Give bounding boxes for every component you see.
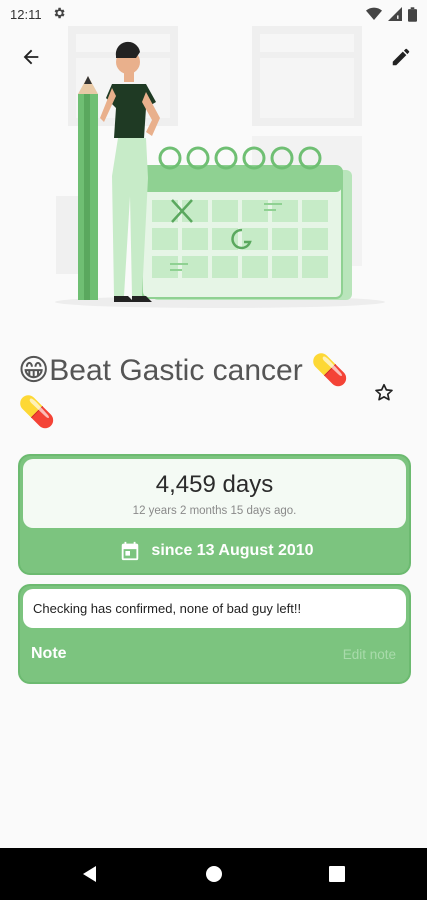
circle-home-icon — [206, 866, 222, 882]
since-date: since 13 August 2010 — [151, 542, 314, 559]
signal-icon — [388, 7, 402, 21]
days-count: 4,459 days — [155, 470, 274, 498]
note-text-box: Checking has confirmed, none of bad guy … — [23, 589, 406, 628]
day-counter-card[interactable]: 4,459 days 12 years 2 months 15 days ago… — [18, 454, 411, 575]
nav-home-button[interactable] — [202, 862, 226, 886]
nav-recents-button[interactable] — [325, 862, 349, 886]
goal-title-container: 😁Beat Gastic cancer 💊💊 — [18, 350, 358, 434]
star-outline-icon — [375, 383, 393, 401]
calendar-icon — [122, 541, 139, 561]
elapsed-duration: 12 years 2 months 15 days ago. — [132, 504, 297, 517]
goal-title: 😁Beat Gastic cancer 💊💊 — [18, 354, 349, 429]
note-label: Note — [31, 645, 67, 662]
nav-back-button[interactable] — [78, 862, 102, 886]
system-navigation-bar — [0, 848, 427, 900]
status-time: 12:11 — [10, 6, 42, 22]
calendar-illustration — [141, 146, 352, 300]
hero-illustration — [20, 24, 407, 314]
note-text: Checking has confirmed, none of bad guy … — [33, 601, 302, 616]
pencil-illustration — [78, 76, 98, 300]
triangle-back-icon — [83, 866, 96, 882]
since-date-row: since 13 August 2010 — [20, 538, 413, 564]
counter-display: 4,459 days 12 years 2 months 15 days ago… — [23, 459, 406, 528]
edit-note-button[interactable]: Edit note — [343, 647, 396, 662]
square-recents-icon — [329, 866, 345, 882]
battery-icon — [408, 6, 417, 22]
favorite-button[interactable] — [366, 375, 402, 411]
note-card: Checking has confirmed, none of bad guy … — [18, 584, 411, 684]
wifi-icon — [366, 7, 382, 21]
settings-icon — [52, 6, 66, 23]
